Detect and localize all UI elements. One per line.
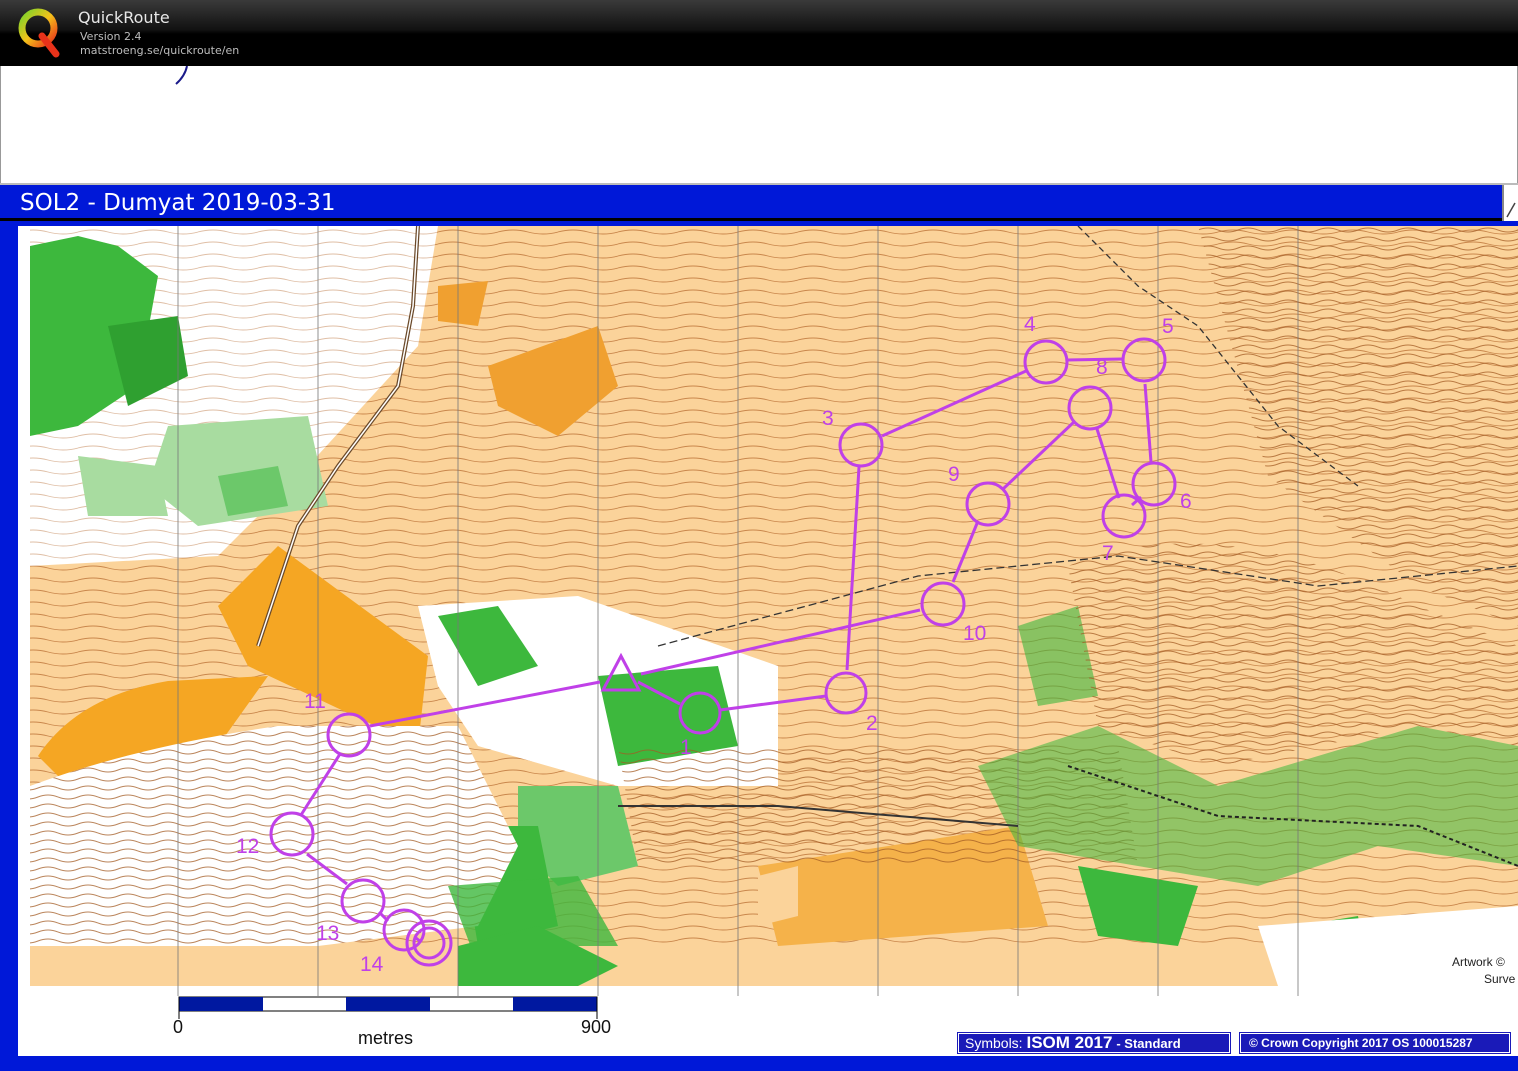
control-number-11: 11 <box>304 690 326 713</box>
symbols-label: Symbols: <box>965 1035 1023 1051</box>
survey-credit: Surve <box>1484 972 1516 986</box>
control-number-7: 7 <box>1102 542 1114 565</box>
scale-start-label: 0 <box>173 1017 184 1037</box>
app-name: QuickRoute <box>78 8 170 27</box>
pen-stroke-mark <box>175 66 188 85</box>
control-number-12: 12 <box>236 835 259 858</box>
control-number-6: 6 <box>1180 490 1192 513</box>
symbols-variant: - Standard <box>1116 1036 1181 1051</box>
app-title-bar: QuickRoute Version 2.4 matstroeng.se/qui… <box>0 0 1518 66</box>
scale-end-label: 900 <box>581 1017 612 1037</box>
copyright-text: © Crown Copyright 2017 OS 100015287 <box>1249 1036 1473 1050</box>
control-number-10: 10 <box>963 622 986 645</box>
open-land-area <box>758 866 798 926</box>
side-handle[interactable] <box>1502 185 1518 221</box>
orienteering-map[interactable]: 1 2 3 4 5 6 7 8 9 10 11 12 13 14 <box>18 226 1518 1056</box>
app-version: Version 2.4 <box>80 30 142 43</box>
symbols-standard: ISOM 2017 <box>1026 1033 1113 1052</box>
control-number-8: 8 <box>1096 356 1108 379</box>
comments-area <box>0 66 1518 184</box>
quickroute-logo-icon <box>18 8 60 58</box>
control-number-13: 13 <box>316 922 339 945</box>
control-number-4: 4 <box>1024 313 1036 336</box>
course-leg <box>1066 357 1123 362</box>
control-number-9: 9 <box>948 463 960 486</box>
control-number-14: 14 <box>360 953 384 976</box>
control-number-3: 3 <box>822 407 834 430</box>
control-number-5: 5 <box>1162 315 1174 338</box>
map-header: SOL2 - Dumyat 2019-03-31 <box>0 185 1502 221</box>
copyright-badge: © Crown Copyright 2017 OS 100015287 <box>1239 1032 1511 1054</box>
app-url-link[interactable]: matstroeng.se/quickroute/en <box>80 44 239 57</box>
scale-unit-label: metres <box>358 1028 414 1048</box>
scale-bar <box>178 996 598 1019</box>
symbols-badge: Symbols: ISOM 2017 - Standard <box>957 1032 1231 1054</box>
control-number-1: 1 <box>680 736 692 759</box>
control-number-2: 2 <box>866 712 878 735</box>
map-title: SOL2 - Dumyat 2019-03-31 <box>20 190 336 216</box>
artwork-credit: Artwork © <box>1452 955 1505 969</box>
